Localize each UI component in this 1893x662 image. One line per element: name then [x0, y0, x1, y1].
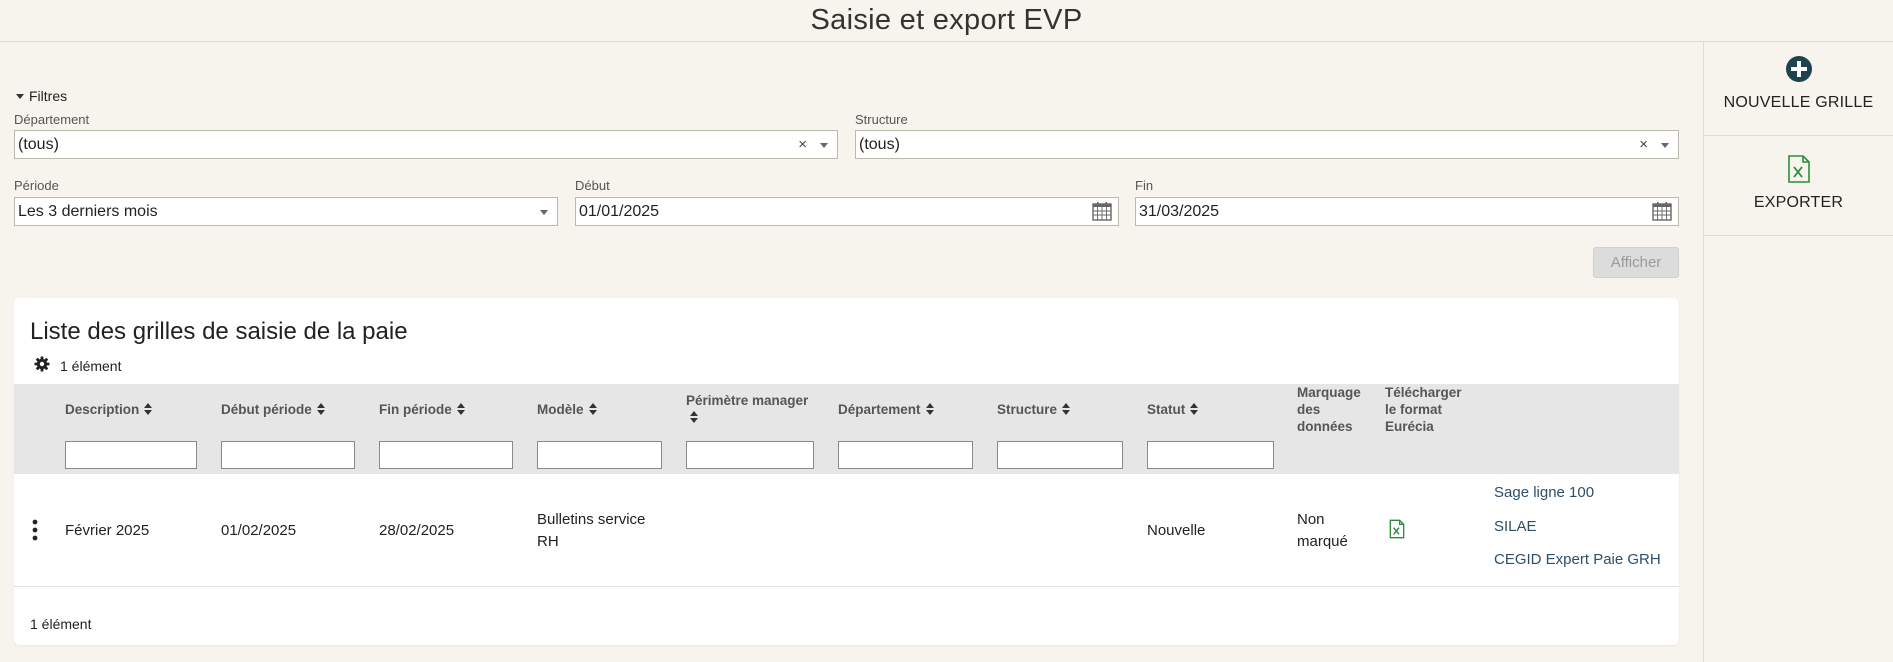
chevron-down-icon [1661, 143, 1669, 148]
export-sage-link[interactable]: Sage ligne 100 [1494, 484, 1594, 501]
calendar-icon[interactable] [1652, 201, 1672, 230]
col-structure[interactable]: Structure [997, 401, 1071, 419]
sort-icon [1062, 402, 1071, 419]
caret-down-icon [16, 93, 24, 99]
filter-debut-periode-input[interactable] [221, 441, 355, 469]
debut-date-input[interactable]: 01/01/2025 [575, 197, 1119, 226]
cell-statut: Nouvelle [1147, 522, 1206, 539]
col-departement[interactable]: Département [838, 401, 934, 419]
debut-value: 01/01/2025 [579, 203, 660, 220]
top-bar: Saisie et export EVP [0, 0, 1893, 42]
action-sidebar: NOUVELLE GRILLE EXPORTER [1703, 42, 1893, 662]
chevron-down-icon [820, 143, 828, 148]
cell-debut: 01/02/2025 [221, 522, 297, 539]
sort-icon [690, 410, 698, 427]
structure-label: Structure [855, 112, 908, 127]
page-title: Saisie et export EVP [810, 4, 1083, 36]
chevron-down-icon [540, 210, 548, 215]
sort-icon [316, 402, 325, 419]
table-row[interactable]: Février 2025 01/02/2025 28/02/2025 Bulle… [14, 474, 1679, 587]
fin-label: Fin [1135, 178, 1154, 193]
sort-icon [456, 402, 465, 419]
cell-modele: Bulletins service RH [537, 511, 646, 550]
afficher-button[interactable]: Afficher [1593, 247, 1679, 278]
sort-icon [588, 402, 597, 419]
structure-select[interactable]: (tous) × [855, 130, 1679, 159]
sort-icon [1190, 402, 1199, 419]
filters-toggle[interactable]: Filtres [16, 88, 67, 104]
count-text: 1 élément [60, 357, 122, 374]
new-grid-label: NOUVELLE GRILLE [1723, 94, 1874, 111]
col-fin-periode[interactable]: Fin période [379, 401, 465, 419]
periode-label: Période [14, 178, 59, 193]
cell-fin: 28/02/2025 [379, 522, 455, 539]
list-title: Liste des grilles de saisie de la paie [30, 318, 408, 345]
col-modele[interactable]: Modèle [537, 401, 597, 419]
more-vertical-icon[interactable] [32, 519, 38, 545]
filter-statut-input[interactable] [1147, 441, 1274, 469]
fin-date-input[interactable]: 31/03/2025 [1135, 197, 1679, 226]
filter-fin-periode-input[interactable] [379, 441, 513, 469]
grid-list-panel: Liste des grilles de saisie de la paie 1… [14, 298, 1679, 645]
filter-description-input[interactable] [65, 441, 197, 469]
excel-download-icon[interactable] [1389, 519, 1405, 543]
sort-icon [144, 402, 153, 419]
plus-circle-icon [1704, 54, 1893, 84]
col-marquage: Marquage des données [1297, 385, 1361, 434]
periode-select[interactable]: Les 3 derniers mois [14, 197, 558, 226]
departement-select[interactable]: (tous) × [14, 130, 838, 159]
filter-perimetre-input[interactable] [686, 441, 814, 469]
calendar-icon[interactable] [1092, 201, 1112, 230]
export-label: EXPORTER [1753, 194, 1844, 211]
export-silae-link[interactable]: SILAE [1494, 518, 1537, 535]
col-description[interactable]: Description [65, 401, 153, 419]
col-perimetre-manager[interactable]: Périmètre manager [686, 392, 826, 427]
cell-description: Février 2025 [65, 522, 150, 539]
gear-icon[interactable] [34, 356, 50, 375]
filter-departement-input[interactable] [838, 441, 973, 469]
new-grid-button[interactable]: NOUVELLE GRILLE [1704, 42, 1893, 136]
list-count-top: 1 élément [34, 356, 121, 375]
export-button[interactable]: EXPORTER [1704, 136, 1893, 236]
filter-modele-input[interactable] [537, 441, 662, 469]
fin-value: 31/03/2025 [1139, 203, 1220, 220]
cell-marquage: Non marqué [1297, 511, 1348, 550]
structure-value: (tous) [859, 136, 900, 153]
periode-value: Les 3 derniers mois [18, 203, 158, 220]
sort-icon [925, 402, 934, 419]
col-statut[interactable]: Statut [1147, 401, 1199, 419]
col-debut-periode[interactable]: Début période [221, 401, 325, 419]
clear-icon[interactable]: × [1639, 131, 1648, 158]
table-header: Description Début période Fin période Mo… [14, 384, 1679, 474]
clear-icon[interactable]: × [798, 131, 807, 158]
debut-label: Début [575, 178, 610, 193]
excel-file-icon [1704, 154, 1893, 184]
departement-label: Département [14, 112, 90, 127]
col-telecharger: Télécharger le format Eurécia [1385, 385, 1462, 434]
filters-toggle-label: Filtres [29, 88, 68, 104]
departement-value: (tous) [18, 136, 59, 153]
export-cegid-link[interactable]: CEGID Expert Paie GRH [1494, 551, 1661, 568]
filter-structure-input[interactable] [997, 441, 1123, 469]
list-count-bottom: 1 élément [30, 616, 92, 632]
